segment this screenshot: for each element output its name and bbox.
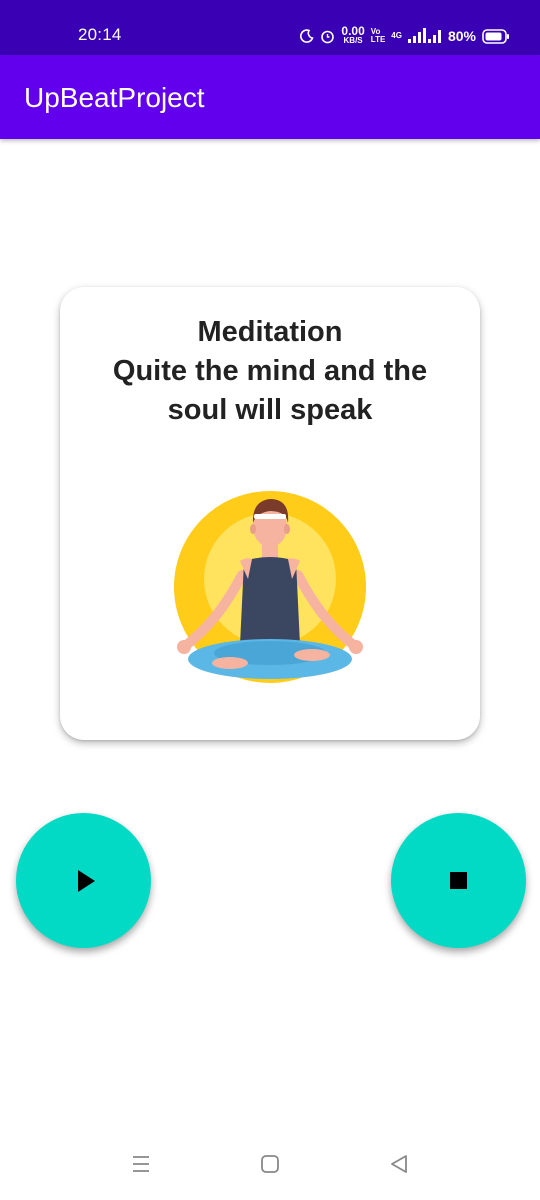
system-nav-bar bbox=[0, 1130, 540, 1200]
card-title: Meditation bbox=[197, 316, 343, 348]
battery-percent: 80% bbox=[447, 28, 476, 44]
stop-button[interactable] bbox=[391, 813, 526, 948]
play-button[interactable] bbox=[16, 813, 151, 948]
back-icon[interactable] bbox=[389, 1154, 409, 1174]
play-icon bbox=[77, 869, 95, 892]
signal-icon bbox=[407, 28, 441, 43]
app-bar: UpBeatProject bbox=[0, 55, 540, 139]
volte-bottom: LTE bbox=[370, 35, 386, 44]
battery-icon bbox=[482, 28, 509, 44]
meditation-illustration bbox=[174, 491, 366, 683]
card-quote-line-2: soul will speak bbox=[167, 394, 373, 426]
meditation-card: Meditation Quite the mind and the soul w… bbox=[60, 287, 480, 740]
volte-indicator: Vo LTE bbox=[371, 28, 386, 44]
status-bar: 20:14 0.00 KB/S Vo LTE 4G 80% bbox=[0, 0, 540, 55]
moon-icon bbox=[300, 29, 314, 43]
network-type: 4G bbox=[391, 31, 402, 40]
card-quote: Meditation Quite the mind and the soul w… bbox=[60, 313, 480, 430]
stop-icon bbox=[450, 872, 467, 889]
status-time: 20:14 bbox=[78, 25, 122, 44]
network-speed: 0.00 KB/S bbox=[341, 24, 365, 46]
alarm-icon bbox=[321, 30, 335, 43]
status-icons: 0.00 KB/S Vo LTE 4G 80% bbox=[300, 22, 510, 50]
recents-icon[interactable] bbox=[131, 1154, 151, 1174]
speed-unit: KB/S bbox=[343, 36, 363, 45]
speed-value: 0.00 bbox=[341, 24, 365, 38]
card-quote-line-1: Quite the mind and the bbox=[112, 355, 428, 387]
home-icon[interactable] bbox=[260, 1154, 280, 1174]
app-title: UpBeatProject bbox=[24, 82, 205, 113]
